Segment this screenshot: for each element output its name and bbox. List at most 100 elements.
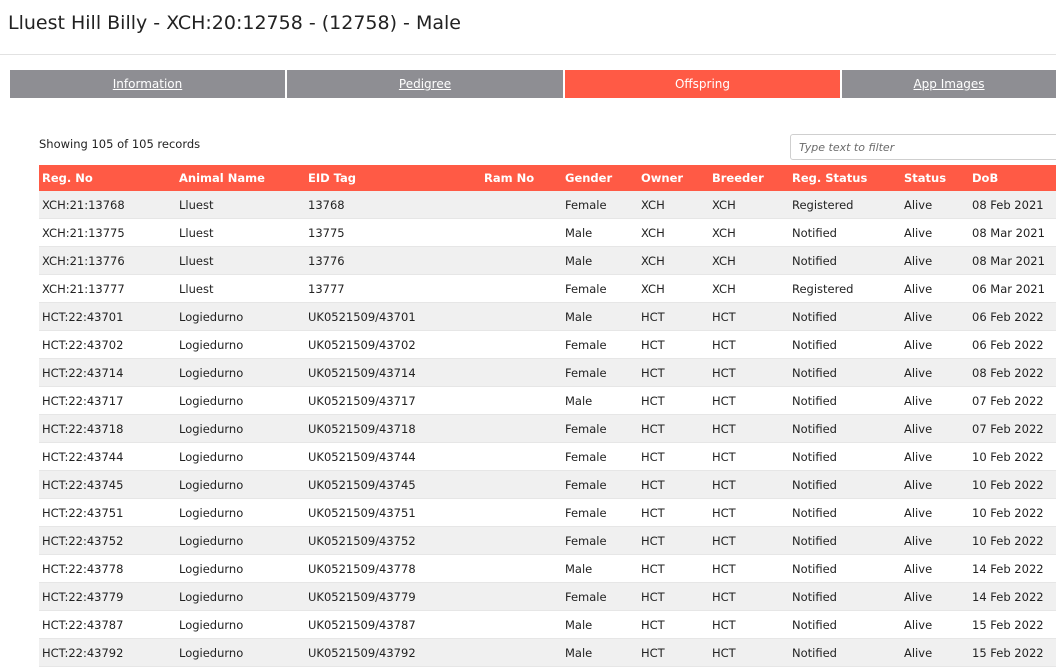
eid-tag-cell: 13777 [305, 274, 481, 303]
table-row[interactable]: HCT:22:43745 Logiedurno UK0521509/43745 Fem… [39, 470, 1056, 499]
gender-cell: Male [562, 246, 638, 275]
tab-information[interactable]: Information [10, 70, 285, 98]
reg-status-cell: Notified [789, 498, 901, 527]
eid-tag-cell: UK0521509/43778 [305, 554, 481, 583]
breeder-cell: HCT [709, 302, 789, 331]
ram-no-cell [481, 582, 562, 611]
owner-cell: HCT [638, 526, 709, 555]
eid-tag-cell: UK0521509/43714 [305, 358, 481, 387]
tab-app-images[interactable]: App Images [842, 70, 1056, 98]
owner-cell: HCT [638, 470, 709, 499]
reg-no-cell: HCT:22:43779 [39, 582, 176, 611]
table-row[interactable]: XCH:21:13777 Lluest 13777 Female XCH XCH Regis… [39, 274, 1056, 303]
dob-cell: 15 Feb 2022 [969, 638, 1056, 667]
breeder-cell: HCT [709, 554, 789, 583]
column-header-reg-no[interactable]: Reg. No [39, 165, 176, 191]
animal-name-cell: Logiedurno [176, 610, 305, 639]
ram-no-cell [481, 274, 562, 303]
status-cell: Alive [901, 246, 969, 275]
reg-status-cell: Notified [789, 246, 901, 275]
eid-tag-cell: UK0521509/43717 [305, 386, 481, 415]
column-header-gender[interactable]: Gender [562, 165, 638, 191]
gender-cell: Male [562, 218, 638, 247]
column-header-animal-name[interactable]: Animal Name [176, 165, 305, 191]
eid-tag-cell: UK0521509/43745 [305, 470, 481, 499]
reg-status-cell: Notified [789, 638, 901, 667]
ram-no-cell [481, 191, 562, 219]
gender-cell: Male [562, 638, 638, 667]
table-row[interactable]: HCT:22:43752 Logiedurno UK0521509/43752 Fem… [39, 526, 1056, 555]
owner-cell: HCT [638, 330, 709, 359]
animal-name-cell: Logiedurno [176, 582, 305, 611]
table-row[interactable]: XCH:21:13768 Lluest 13768 Female XCH XCH Regis… [39, 191, 1056, 219]
table-header-row: Reg. No Animal Name EID Tag Ram No Gende… [39, 165, 1056, 191]
offspring-table: Reg. No Animal Name EID Tag Ram No Gende… [39, 165, 1056, 667]
table-body: XCH:21:13768 Lluest 13768 Female XCH XCH Regis… [39, 191, 1056, 667]
table-row[interactable]: HCT:22:43787 Logiedurno UK0521509/43787 Mal… [39, 610, 1056, 639]
table-row[interactable]: HCT:22:43751 Logiedurno UK0521509/43751 Fem… [39, 498, 1056, 527]
reg-status-cell: Notified [789, 386, 901, 415]
owner-cell: HCT [638, 442, 709, 471]
gender-cell: Female [562, 498, 638, 527]
ram-no-cell [481, 414, 562, 443]
table-row[interactable]: XCH:21:13776 Lluest 13776 Male XCH XCH Notifie… [39, 246, 1056, 275]
animal-name-cell: Lluest [176, 191, 305, 219]
eid-tag-cell: UK0521509/43701 [305, 302, 481, 331]
column-header-dob[interactable]: DoB [969, 165, 1056, 191]
tab-offspring[interactable]: Offspring [565, 70, 840, 98]
column-header-eid-tag[interactable]: EID Tag [305, 165, 481, 191]
table-row[interactable]: HCT:22:43744 Logiedurno UK0521509/43744 Fem… [39, 442, 1056, 471]
gender-cell: Male [562, 302, 638, 331]
dob-cell: 10 Feb 2022 [969, 498, 1056, 527]
page-title: Lluest Hill Billy - XCH:20:12758 - (1275… [8, 12, 461, 34]
column-header-ram-no[interactable]: Ram No [481, 165, 562, 191]
column-header-reg-status[interactable]: Reg. Status [789, 165, 901, 191]
table-row[interactable]: HCT:22:43778 Logiedurno UK0521509/43778 Mal… [39, 554, 1056, 583]
eid-tag-cell: 13776 [305, 246, 481, 275]
table-row[interactable]: HCT:22:43718 Logiedurno UK0521509/43718 Fem… [39, 414, 1056, 443]
table-row[interactable]: HCT:22:43779 Logiedurno UK0521509/43779 Fem… [39, 582, 1056, 611]
breeder-cell: HCT [709, 638, 789, 667]
animal-name-cell: Logiedurno [176, 302, 305, 331]
ram-no-cell [481, 638, 562, 667]
animal-name-cell: Logiedurno [176, 414, 305, 443]
gender-cell: Female [562, 274, 638, 303]
table-row[interactable]: HCT:22:43701 Logiedurno UK0521509/43701 Mal… [39, 302, 1056, 331]
table-row[interactable]: XCH:21:13775 Lluest 13775 Male XCH XCH Notifie… [39, 218, 1056, 247]
column-header-breeder[interactable]: Breeder [709, 165, 789, 191]
table-row[interactable]: HCT:22:43714 Logiedurno UK0521509/43714 Fem… [39, 358, 1056, 387]
filter-input[interactable] [790, 134, 1056, 160]
status-cell: Alive [901, 218, 969, 247]
reg-no-cell: XCH:21:13777 [39, 274, 176, 303]
ram-no-cell [481, 386, 562, 415]
breeder-cell: HCT [709, 582, 789, 611]
table-row[interactable]: HCT:22:43702 Logiedurno UK0521509/43702 Fem… [39, 330, 1056, 359]
reg-status-cell: Notified [789, 610, 901, 639]
status-cell: Alive [901, 638, 969, 667]
dob-cell: 06 Feb 2022 [969, 302, 1056, 331]
column-header-owner[interactable]: Owner [638, 165, 709, 191]
reg-no-cell: XCH:21:13776 [39, 246, 176, 275]
tab-pedigree[interactable]: Pedigree [287, 70, 563, 98]
dob-cell: 07 Feb 2022 [969, 386, 1056, 415]
gender-cell: Female [562, 470, 638, 499]
reg-status-cell: Notified [789, 470, 901, 499]
status-cell: Alive [901, 386, 969, 415]
eid-tag-cell: UK0521509/43787 [305, 610, 481, 639]
ram-no-cell [481, 498, 562, 527]
reg-status-cell: Notified [789, 302, 901, 331]
reg-status-cell: Notified [789, 554, 901, 583]
animal-name-cell: Logiedurno [176, 638, 305, 667]
column-header-status[interactable]: Status [901, 165, 969, 191]
eid-tag-cell: UK0521509/43792 [305, 638, 481, 667]
reg-no-cell: HCT:22:43745 [39, 470, 176, 499]
reg-status-cell: Registered [789, 274, 901, 303]
gender-cell: Female [562, 330, 638, 359]
status-cell: Alive [901, 358, 969, 387]
table-row[interactable]: HCT:22:43717 Logiedurno UK0521509/43717 Mal… [39, 386, 1056, 415]
ram-no-cell [481, 610, 562, 639]
table-row[interactable]: HCT:22:43792 Logiedurno UK0521509/43792 Mal… [39, 638, 1056, 667]
owner-cell: XCH [638, 274, 709, 303]
reg-no-cell: HCT:22:43752 [39, 526, 176, 555]
animal-name-cell: Lluest [176, 246, 305, 275]
